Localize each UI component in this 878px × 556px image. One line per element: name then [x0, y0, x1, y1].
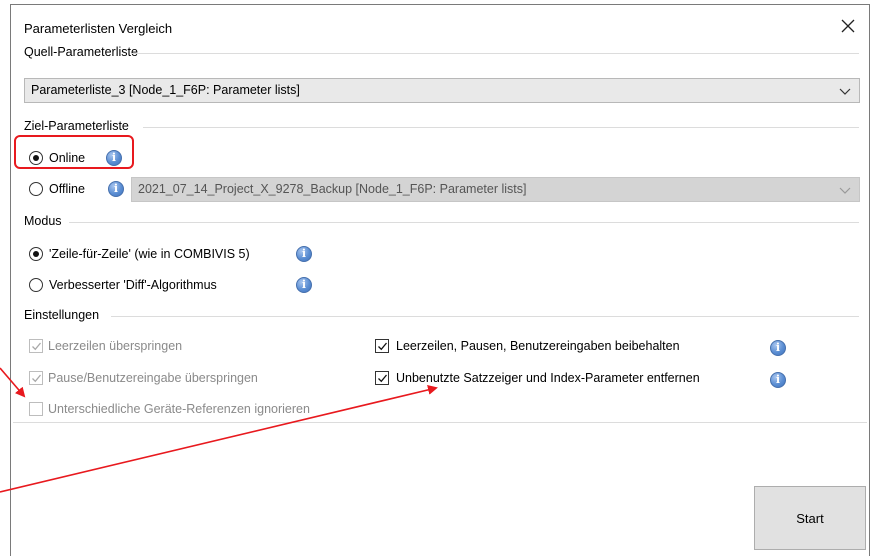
skip-pause-input-label: Pause/Benutzereingabe überspringen [48, 371, 258, 385]
offline-radio[interactable] [29, 182, 43, 196]
ignore-device-refs-checkbox[interactable] [29, 402, 43, 416]
skip-empty-lines-label: Leerzeilen überspringen [48, 339, 183, 353]
source-list-value: Parameterliste_3 [Node_1_F6P: Parameter … [31, 83, 300, 97]
online-label: Online [49, 151, 86, 165]
settings-bottom-divider [13, 422, 867, 423]
offline-list-value: 2021_07_14_Project_X_9278_Backup [Node_1… [138, 182, 527, 196]
start-button[interactable]: Start [754, 486, 866, 550]
ignore-device-refs-label: Unterschiedliche Geräte-Referenzen ignor… [48, 402, 310, 416]
remove-unused-info-icon[interactable] [770, 372, 786, 388]
target-group-label: Ziel-Parameterliste [24, 119, 129, 133]
source-list-dropdown[interactable]: Parameterliste_3 [Node_1_F6P: Parameter … [24, 78, 860, 103]
settings-group-label: Einstellungen [24, 308, 100, 322]
source-group-divider [131, 53, 859, 54]
source-group-label: Quell-Parameterliste [24, 45, 138, 59]
mode-group-divider [69, 222, 859, 223]
keep-empty-lines-checkbox[interactable] [375, 339, 389, 353]
settings-group-divider [111, 316, 859, 317]
mode-group-label: Modus [24, 214, 62, 228]
online-info-icon[interactable] [106, 150, 122, 166]
close-icon[interactable] [837, 15, 859, 37]
skip-pause-input-checkbox[interactable] [29, 371, 43, 385]
mode-line-by-line-radio[interactable] [29, 247, 43, 261]
dialog-title: Parameterlisten Vergleich [24, 21, 173, 36]
remove-unused-checkbox[interactable] [375, 371, 389, 385]
chevron-down-icon [839, 187, 851, 194]
target-group-divider [143, 127, 859, 128]
keep-empty-lines-info-icon[interactable] [770, 340, 786, 356]
keep-empty-lines-label: Leerzeilen, Pausen, Benutzereingaben bei… [396, 339, 680, 353]
skip-empty-lines-checkbox[interactable] [29, 339, 43, 353]
start-button-label: Start [796, 510, 824, 526]
remove-unused-label: Unbenutzte Satzzeiger und Index-Paramete… [396, 371, 700, 385]
compare-dialog: Parameterlisten Vergleich Quell-Paramete… [10, 4, 870, 556]
offline-info-icon[interactable] [108, 181, 124, 197]
mode-diff-label: Verbesserter 'Diff'-Algorithmus [49, 278, 217, 292]
mode-diff-radio[interactable] [29, 278, 43, 292]
online-radio[interactable] [29, 151, 43, 165]
offline-list-dropdown[interactable]: 2021_07_14_Project_X_9278_Backup [Node_1… [131, 177, 860, 202]
mode-line-by-line-label: 'Zeile-für-Zeile' (wie in COMBIVIS 5) [49, 247, 250, 261]
offline-label: Offline [49, 182, 85, 196]
chevron-down-icon [839, 88, 851, 95]
mode-diff-info-icon[interactable] [296, 277, 312, 293]
mode-line-by-line-info-icon[interactable] [296, 246, 312, 262]
